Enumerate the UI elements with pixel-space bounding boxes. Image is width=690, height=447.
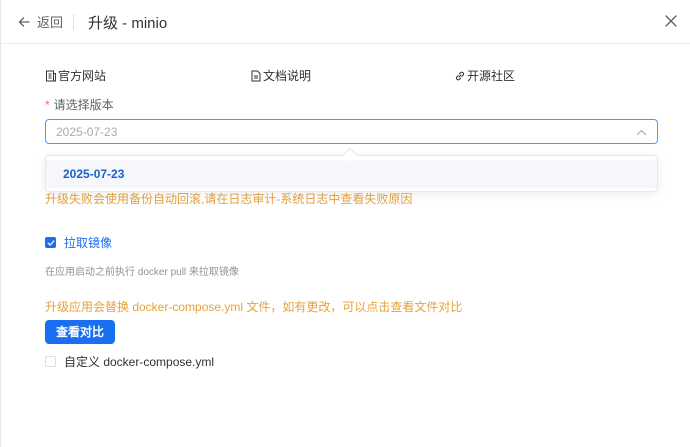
- official-site-label: 官方网站: [58, 69, 107, 83]
- dialog-title: 升级 - minio: [88, 15, 168, 32]
- check-icon: [47, 239, 54, 246]
- docs-label: 文档说明: [263, 69, 312, 83]
- compose-warning: 升级应用会替换 docker-compose.yml 文件，如有更改，可以点击查…: [45, 300, 463, 314]
- back-button[interactable]: 返回: [17, 12, 63, 31]
- custom-compose-checkbox[interactable]: 自定义 docker-compose.yml: [45, 353, 214, 370]
- version-option[interactable]: 2025-07-23: [46, 160, 657, 188]
- document-icon: [46, 70, 56, 81]
- chevron-up-icon: [636, 129, 647, 136]
- custom-compose-label: 自定义 docker-compose.yml: [64, 355, 215, 369]
- upgrade-dialog: 返回 升级 - minio 官方网站 文档说明 开源社区 * 请选择版本 202…: [0, 0, 690, 447]
- dialog-header: 返回 升级 - minio: [1, 0, 690, 44]
- official-site-link[interactable]: 官方网站: [45, 67, 106, 84]
- pull-image-label: 拉取镜像: [64, 236, 113, 250]
- view-diff-button[interactable]: 查看对比: [45, 320, 115, 344]
- back-label: 返回: [37, 15, 64, 30]
- pull-image-checkbox-box[interactable]: [45, 237, 56, 248]
- version-field-label: * 请选择版本: [45, 96, 114, 113]
- docs-link[interactable]: 文档说明: [250, 67, 311, 84]
- arrow-left-icon: [18, 16, 30, 27]
- header-divider: [73, 14, 74, 30]
- version-select[interactable]: 2025-07-23: [45, 119, 658, 144]
- community-label: 开源社区: [467, 69, 516, 83]
- version-option-label: 2025-07-23: [63, 167, 125, 181]
- file-icon: [251, 70, 261, 81]
- custom-compose-checkbox-box[interactable]: [45, 356, 56, 367]
- version-label-text: 请选择版本: [53, 98, 114, 112]
- community-link[interactable]: 开源社区: [454, 67, 515, 84]
- rollback-warning: 升级失败会使用备份自动回滚,请在日志审计-系统日志中查看失败原因: [45, 192, 413, 206]
- app-links: 官方网站 文档说明 开源社区: [45, 67, 657, 85]
- pull-image-checkbox[interactable]: 拉取镜像: [45, 234, 112, 251]
- version-select-value: 2025-07-23: [56, 125, 118, 139]
- close-icon[interactable]: [663, 13, 679, 29]
- link-icon: [456, 71, 464, 80]
- pull-image-help: 在应用启动之前执行 docker pull 来拉取镜像: [45, 267, 239, 278]
- required-asterisk: *: [45, 98, 50, 112]
